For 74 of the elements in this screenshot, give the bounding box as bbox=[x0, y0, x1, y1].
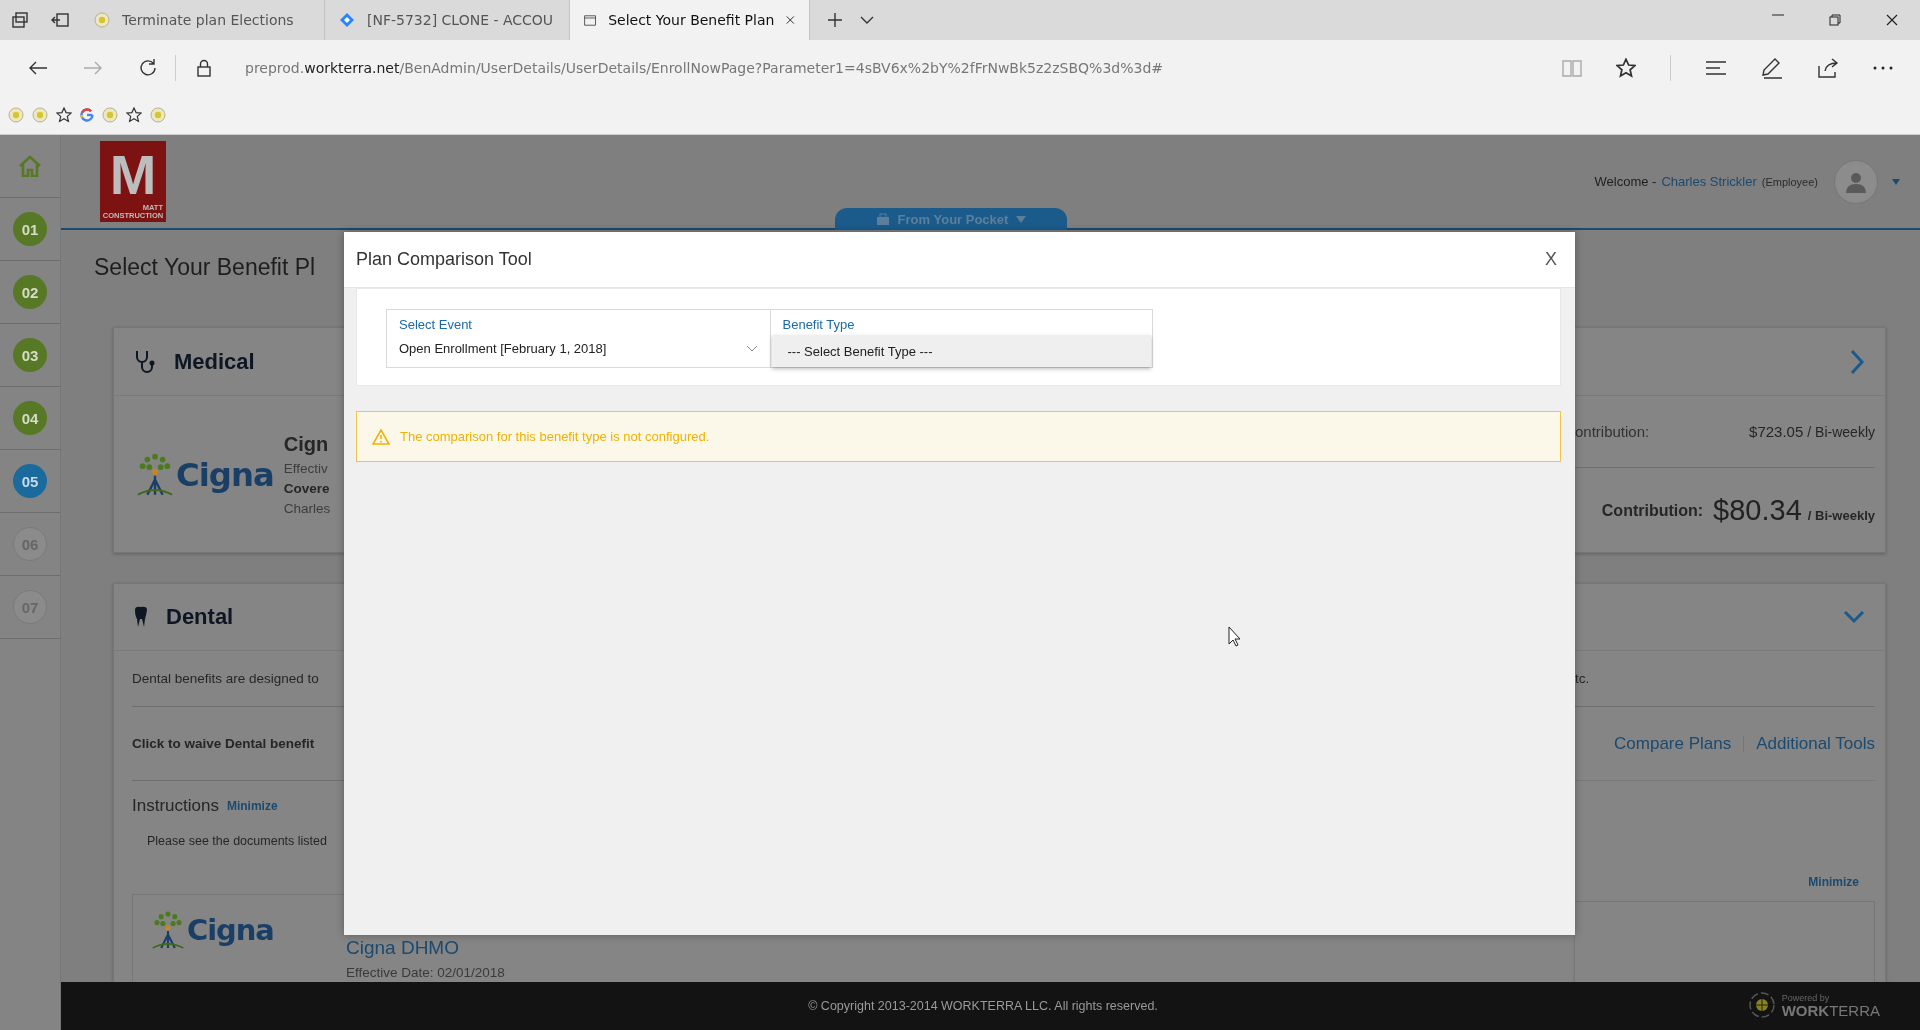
dropdown-option[interactable]: --- Select Benefit Type --- bbox=[771, 335, 1151, 367]
contribution-amount: $723.05 bbox=[1749, 423, 1804, 440]
minimize-icon[interactable] bbox=[1771, 14, 1784, 16]
step-badge[interactable]: 01 bbox=[13, 212, 47, 246]
plan-name: Cign bbox=[283, 433, 330, 456]
browser-tab[interactable]: Select Your Benefit Plan bbox=[570, 0, 810, 40]
member-name: Charles bbox=[283, 501, 331, 516]
lock-icon bbox=[196, 58, 211, 77]
instructions-text: Please see the documents listed bbox=[147, 834, 327, 848]
user-name-link[interactable]: Charles Strickler bbox=[1661, 174, 1757, 189]
hub-icon[interactable] bbox=[1705, 60, 1727, 75]
cursor-icon bbox=[1228, 626, 1242, 647]
insurer-logo: Cigna bbox=[136, 450, 274, 499]
step-badge[interactable]: 02 bbox=[13, 275, 47, 309]
favorite-icon[interactable] bbox=[126, 106, 142, 123]
field-label: Select Event bbox=[399, 317, 473, 332]
step-badge[interactable]: 03 bbox=[13, 338, 47, 372]
step-badge[interactable]: 04 bbox=[13, 401, 47, 435]
warning-alert: The comparison for this benefit type is not configured. bbox=[356, 411, 1561, 462]
address-field[interactable]: preprod.workterra.net/BenAdmin/UserDetails/UserDetails/EnrollNowPage?Parameter1=4sBV6x%2bY%2fFrNwBk5z2zSBQ%3d%3d# bbox=[245, 59, 1164, 76]
favorite-icon[interactable] bbox=[56, 106, 72, 123]
favorite-star-icon[interactable] bbox=[1616, 57, 1636, 78]
section-heading: Medical bbox=[174, 348, 255, 375]
pay-period: / Bi-weekly bbox=[1807, 424, 1875, 440]
tab-list-icon[interactable] bbox=[12, 12, 28, 28]
page-title: Select Your Benefit Pl bbox=[93, 253, 317, 282]
effective-date: Effective Date: 02/01/2018 bbox=[346, 965, 506, 980]
compare-plans-link[interactable]: Compare Plans bbox=[1614, 733, 1732, 754]
refresh-icon[interactable] bbox=[137, 57, 158, 78]
event-select[interactable]: Open Enrollment [February 1, 2018] bbox=[399, 341, 758, 356]
section-heading: Dental bbox=[166, 604, 234, 630]
copyright-text: © Copyright 2013-2014 WORKTERRA LLC. All rights reserved. bbox=[808, 999, 1158, 1013]
minimize-link[interactable]: Minimize bbox=[1808, 875, 1859, 889]
bag-icon bbox=[875, 212, 890, 226]
description-text: tc. bbox=[1575, 671, 1590, 686]
caret-icon bbox=[1016, 215, 1027, 223]
description-text: Dental benefits are designed to bbox=[132, 671, 319, 686]
field-label: Benefit Type bbox=[782, 317, 856, 332]
pay-period: / Bi-weekly bbox=[1807, 508, 1875, 523]
stethoscope-icon bbox=[134, 349, 156, 374]
insurer-logo: Cigna bbox=[151, 909, 344, 952]
instructions-heading: Instructions bbox=[132, 796, 219, 816]
contribution-label: ontribution: bbox=[1575, 423, 1650, 440]
back-icon[interactable] bbox=[27, 59, 48, 76]
minimize-link[interactable]: Minimize bbox=[226, 799, 278, 813]
tab-icon[interactable] bbox=[584, 12, 597, 28]
pen-icon[interactable] bbox=[1761, 56, 1783, 79]
plan-name-link[interactable]: Cigna DHMO bbox=[346, 937, 1575, 959]
brand-name: WORKTERRA bbox=[1781, 1002, 1880, 1018]
tooth-icon bbox=[134, 606, 148, 628]
user-role: (Employee) bbox=[1761, 176, 1818, 188]
coverage-label: Covere bbox=[283, 481, 331, 496]
contribution-label: Contribution: bbox=[1601, 501, 1704, 520]
contribution-amount: $80.34 bbox=[1713, 494, 1802, 527]
additional-tools-link[interactable]: Additional Tools bbox=[1756, 733, 1875, 754]
restore-icon[interactable] bbox=[1828, 14, 1841, 26]
chevron-down-icon bbox=[745, 345, 758, 352]
close-button[interactable]: X bbox=[1541, 245, 1561, 274]
set-aside-icon[interactable] bbox=[51, 13, 69, 27]
brand-logo-icon bbox=[1747, 991, 1776, 1019]
effective-date: Effectiv bbox=[283, 461, 329, 476]
tab-icon[interactable] bbox=[339, 12, 355, 28]
more-icon[interactable] bbox=[1873, 65, 1893, 70]
close-icon[interactable] bbox=[786, 14, 795, 26]
powered-by-text: Powered by bbox=[1781, 992, 1831, 1003]
waive-link[interactable]: Click to waive Dental benefit bbox=[132, 736, 315, 751]
dialog-title: Plan Comparison Tool bbox=[356, 249, 532, 270]
welcome-text: Welcome - bbox=[1594, 174, 1657, 189]
new-tab-icon[interactable] bbox=[827, 12, 843, 28]
warning-icon bbox=[372, 428, 390, 445]
close-icon[interactable] bbox=[1885, 14, 1898, 26]
step-badge[interactable]: 05 bbox=[13, 464, 47, 498]
share-icon[interactable] bbox=[1817, 57, 1839, 78]
chevron-down-icon[interactable] bbox=[860, 16, 874, 24]
